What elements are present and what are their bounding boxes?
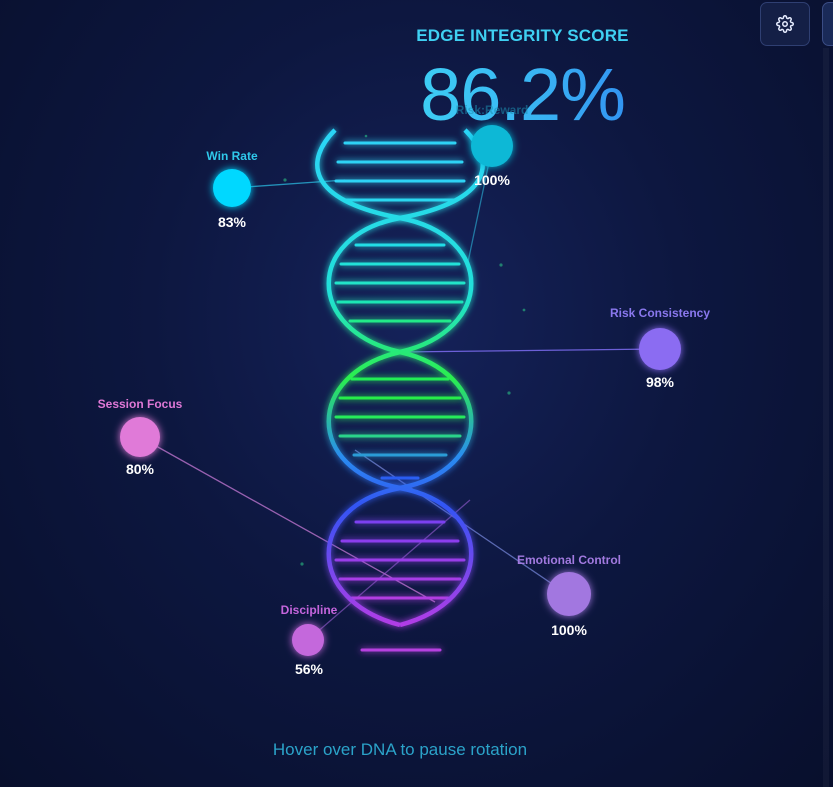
node-circles <box>120 125 681 656</box>
node-value-risk-reward: 100% <box>474 172 510 188</box>
node-label-risk-consistency: Risk Consistency <box>609 306 711 320</box>
dna-helix[interactable] <box>315 128 485 652</box>
node-label-win-rate: Win Rate <box>206 149 258 163</box>
hover-hint: Hover over DNA to pause rotation <box>272 740 528 759</box>
node-win-rate-dot[interactable] <box>213 169 251 207</box>
node-session-focus-dot[interactable] <box>120 417 160 457</box>
node-label-discipline: Discipline <box>280 603 338 617</box>
node-value-session-focus: 80% <box>125 461 155 477</box>
scrollbar[interactable] <box>823 48 829 787</box>
side-panel-button[interactable] <box>822 2 833 46</box>
score-title: EDGE INTEGRITY SCORE <box>416 26 629 45</box>
gear-icon <box>776 15 794 33</box>
score-value: 86.2% <box>380 52 665 137</box>
node-value-risk-consistency: 98% <box>645 374 675 390</box>
node-emotional-control-dot[interactable] <box>547 572 591 616</box>
node-label-session-focus: Session Focus <box>97 397 183 411</box>
node-value-win-rate: 83% <box>217 214 247 230</box>
node-value-discipline: 56% <box>294 661 324 677</box>
node-value-emotional-control: 100% <box>551 622 587 638</box>
node-discipline-dot[interactable] <box>292 624 324 656</box>
settings-button[interactable] <box>760 2 810 46</box>
connector-risk-consistency <box>399 348 661 353</box>
node-label-risk-reward: Risk:Reward <box>455 103 529 117</box>
node-risk-consistency-dot[interactable] <box>639 328 681 370</box>
connector-session-focus <box>139 436 436 603</box>
node-label-emotional-control: Emotional Control <box>517 553 621 567</box>
